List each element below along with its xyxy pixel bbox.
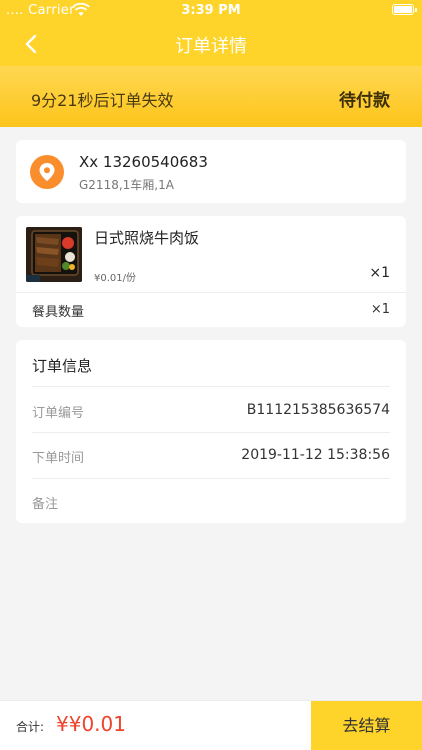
location-pin-icon — [30, 155, 64, 189]
food-name: 日式照烧牛肉饭 — [94, 229, 200, 247]
order-info-card: 订单信息 订单编号 B111215385636574 下单时间 2019-11-… — [16, 340, 406, 523]
food-quantity: ×1 — [369, 265, 390, 281]
divider — [32, 432, 390, 433]
seat-detail: G2118,1车厢,1A — [79, 178, 174, 192]
battery-icon — [392, 4, 417, 15]
total-amount: ¥¥0.01 — [56, 712, 126, 736]
total-label: 合计: — [16, 720, 45, 734]
food-unit-price: ¥0.01/份 — [94, 273, 136, 284]
status-time: 3:39 PM — [181, 3, 241, 18]
page-title: 订单详情 — [175, 36, 247, 57]
divider — [16, 292, 406, 293]
delivery-address-card[interactable]: Xx 13260540683 G2118,1车厢,1A — [16, 140, 406, 203]
remark-label: 备注 — [32, 497, 59, 512]
order-number-value: B111215385636574 — [246, 402, 390, 418]
utensil-label: 餐具数量 — [32, 305, 85, 320]
countdown-text: 9分21秒后订单失效 — [31, 91, 174, 110]
status-bar: .... Carrier 3:39 PM — [0, 0, 422, 22]
order-time-label: 下单时间 — [32, 451, 85, 466]
navigation-bar: 订单详情 — [0, 22, 422, 66]
order-items-card: 日式照烧牛肉饭 ¥0.01/份 ×1 餐具数量 ×1 — [16, 216, 406, 327]
divider — [32, 386, 390, 387]
utensil-quantity: ×1 — [370, 302, 390, 317]
order-time-value: 2019-11-12 15:38:56 — [241, 447, 390, 463]
order-info-title: 订单信息 — [32, 357, 93, 375]
divider — [32, 478, 390, 479]
app-header: .... Carrier 3:39 PM 订单详情 — [0, 0, 422, 66]
order-number-label: 订单编号 — [32, 406, 85, 421]
payment-countdown-banner: 9分21秒后订单失效 待付款 — [0, 66, 422, 127]
food-image — [26, 227, 82, 282]
recipient-name-phone: Xx 13260540683 — [79, 153, 208, 171]
checkout-bar: 合计: ¥¥0.01 去结算 — [0, 700, 422, 750]
checkout-button[interactable]: 去结算 — [311, 701, 422, 750]
order-status: 待付款 — [339, 91, 390, 111]
